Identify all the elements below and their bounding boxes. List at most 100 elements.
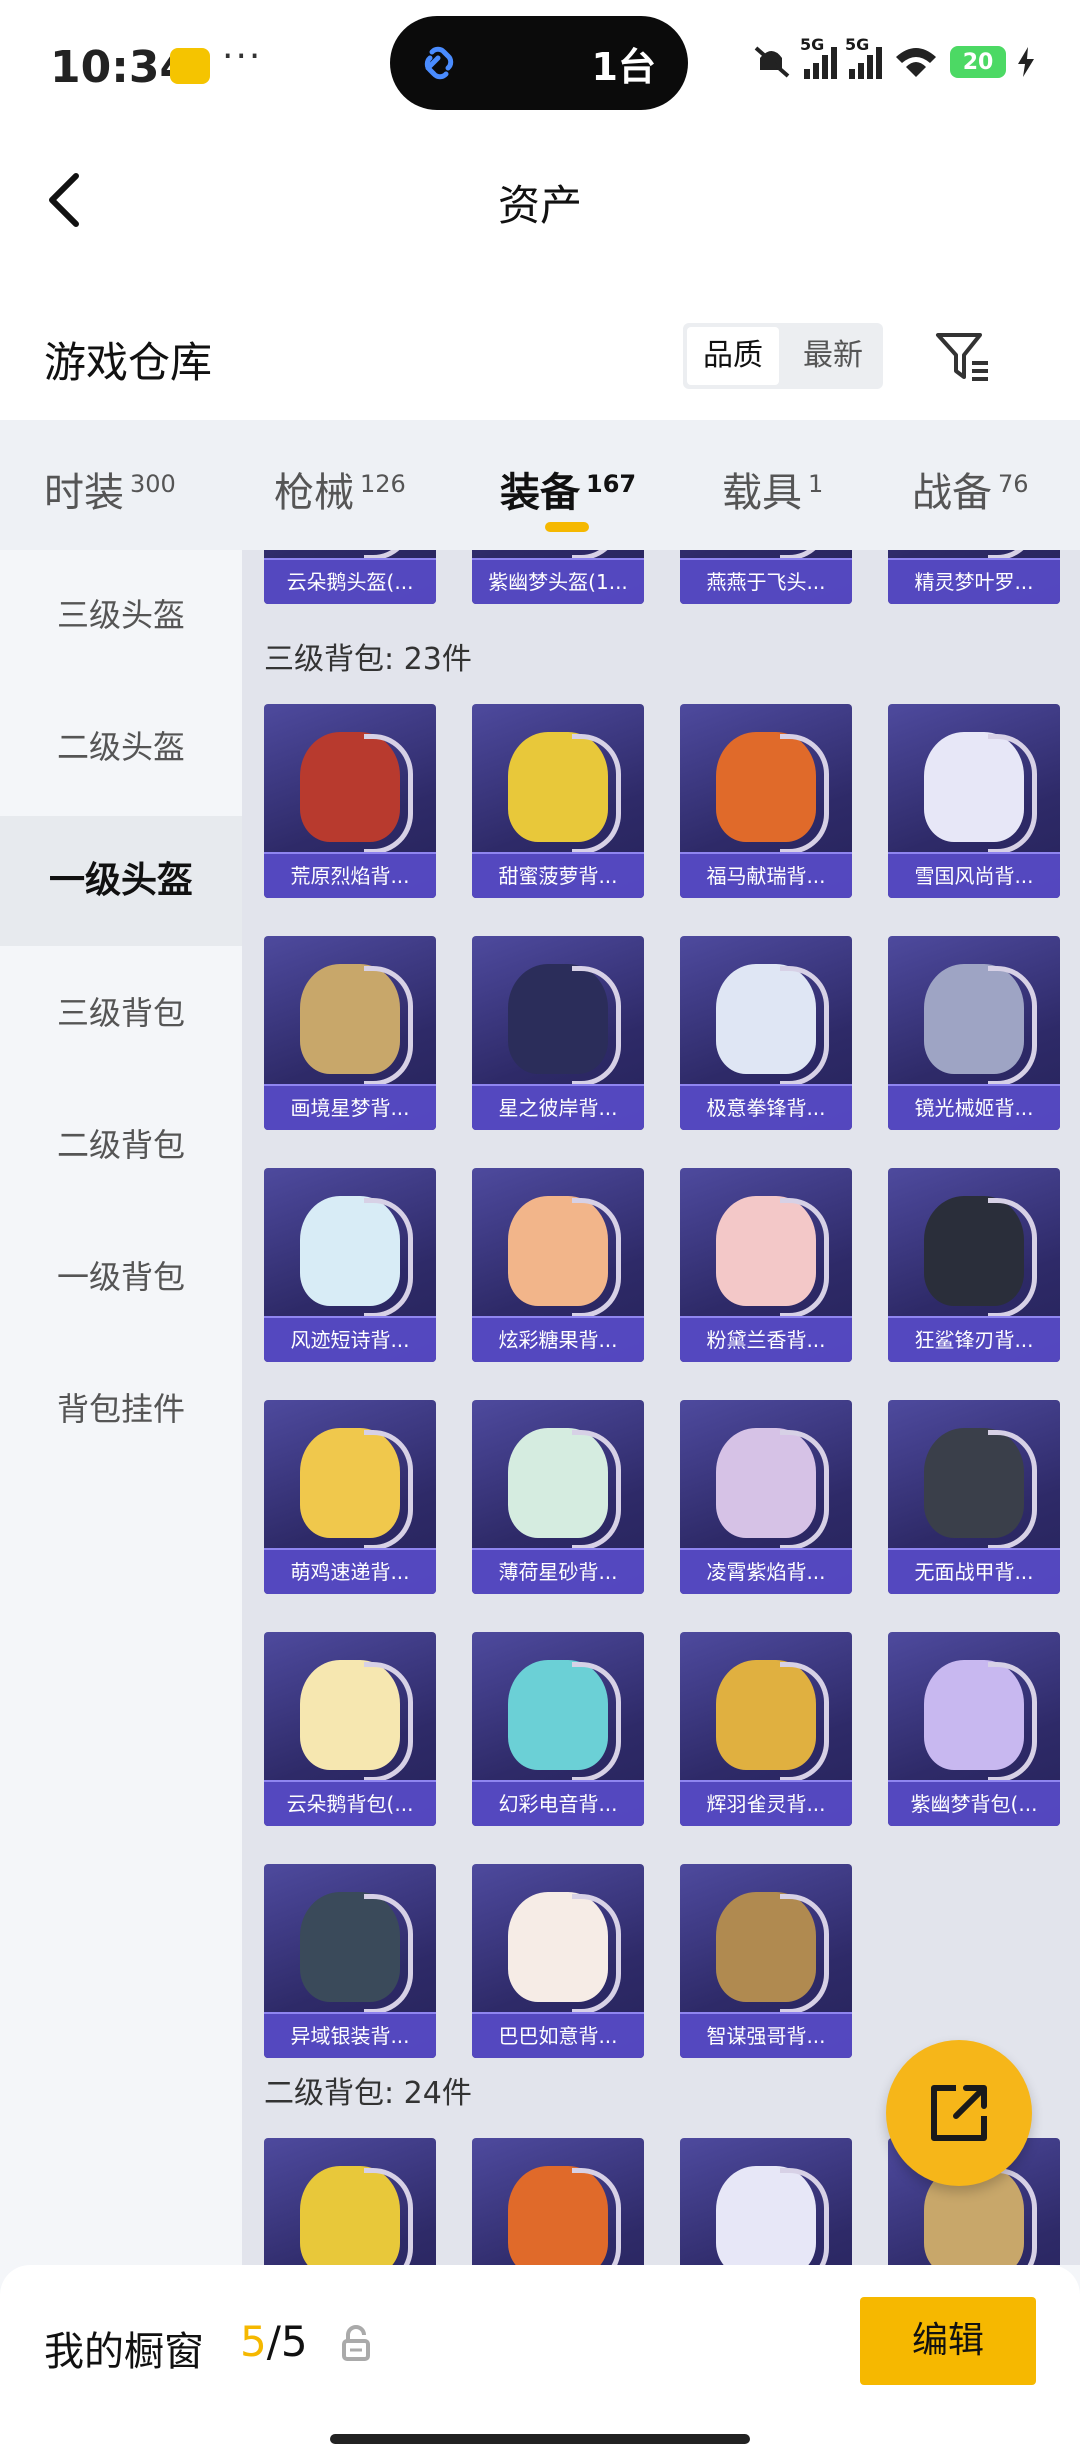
share-icon [931, 2085, 987, 2141]
sidebar-item-backpack-charm[interactable]: 背包挂件 [0, 1344, 242, 1474]
backpack-strap [572, 1662, 621, 1782]
tab-fashion[interactable]: 时装 300 [44, 460, 176, 518]
item-name: 凌霄紫焰背... [680, 1548, 852, 1594]
page-title: 资产 [497, 181, 582, 230]
showcase-bar: 我的橱窗 5/5 编辑 [0, 2265, 1080, 2460]
item-grid: 云朵鹅头盔(... 紫幽梦头盔(1... 燕燕于飞头... 精灵梦叶罗... 三级背包:… [242, 550, 1080, 2265]
backpack-strap [988, 966, 1037, 1086]
item-card[interactable]: 极意拳锋背... [680, 936, 852, 1130]
warehouse-title: 游戏仓库 [44, 338, 213, 387]
mute-icon [754, 46, 790, 78]
item-card[interactable]: 智谋强哥背... [680, 1864, 852, 2058]
item-card[interactable]: 星之彼岸背... [472, 936, 644, 1130]
link-icon [424, 46, 454, 80]
backpack-strap [572, 966, 621, 1086]
item-card[interactable]: 甜蜜菠萝背... [472, 704, 644, 898]
item-card[interactable]: 云朵鹅背包(... [264, 1632, 436, 1826]
item-card[interactable]: 荒原烈焰背... [264, 704, 436, 898]
share-button[interactable] [886, 2040, 1032, 2186]
filter-icon[interactable] [932, 327, 992, 387]
home-indicator [330, 2434, 750, 2444]
sidebar: 三级头盔 二级头盔 一级头盔 三级背包 二级背包 一级背包 背包挂件 [0, 550, 242, 2265]
sidebar-item-level1-backpack[interactable]: 一级背包 [0, 1212, 242, 1342]
backpack-strap [364, 966, 413, 1086]
tab-guns[interactable]: 枪械 126 [274, 460, 406, 518]
item-card[interactable]: 精灵梦叶罗... [888, 550, 1060, 604]
item-card[interactable] [264, 2138, 436, 2265]
sidebar-item-level3-helmet[interactable]: 三级头盔 [0, 550, 242, 680]
item-name: 福马献瑞背... [680, 852, 852, 898]
item-name: 荒原烈焰背... [264, 852, 436, 898]
item-card[interactable]: 紫幽梦头盔(1... [472, 550, 644, 604]
item-card[interactable]: 辉羽雀灵背... [680, 1632, 852, 1826]
category-tabs: 时装 300 枪械 126 装备 167 载具 1 战备 76 [0, 420, 1080, 550]
item-card[interactable]: 紫幽梦背包(... [888, 1632, 1060, 1826]
showcase-label: 我的橱窗 [44, 2329, 204, 2375]
item-name: 云朵鹅头盔(... [264, 558, 436, 604]
backpack-strap [988, 1662, 1037, 1782]
item-name: 紫幽梦背包(... [888, 1780, 1060, 1826]
backpack-strap [780, 1662, 829, 1782]
item-name: 无面战甲背... [888, 1548, 1060, 1594]
item-card[interactable]: 狂鲨锋刃背... [888, 1168, 1060, 1362]
sort-latest-button[interactable]: 最新 [787, 327, 879, 385]
tab-supplies[interactable]: 战备 76 [912, 460, 1029, 518]
item-card[interactable]: 画境星梦背... [264, 936, 436, 1130]
sidebar-item-level3-backpack[interactable]: 三级背包 [0, 948, 242, 1078]
battery-icon: 20 [950, 46, 1006, 78]
item-name: 异域银装背... [264, 2012, 436, 2058]
item-card[interactable]: 凌霄紫焰背... [680, 1400, 852, 1594]
backpack-strap [572, 734, 621, 854]
item-name: 星之彼岸背... [472, 1084, 644, 1130]
tab-equipment[interactable]: 装备 167 [500, 460, 636, 518]
item-card[interactable]: 镜光械姬背... [888, 936, 1060, 1130]
item-name: 紫幽梦头盔(1... [472, 558, 644, 604]
sidebar-item-level2-helmet[interactable]: 二级头盔 [0, 682, 242, 812]
sidebar-item-level1-helmet[interactable]: 一级头盔 [0, 816, 242, 946]
item-card[interactable] [472, 2138, 644, 2265]
sort-toggle[interactable]: 品质 最新 [683, 323, 883, 389]
showcase-count: 5/5 [240, 2317, 308, 2366]
backpack-strap [988, 1430, 1037, 1550]
item-card[interactable]: 幻彩电音背... [472, 1632, 644, 1826]
item-card[interactable]: 福马献瑞背... [680, 704, 852, 898]
item-card[interactable]: 雪国风尚背... [888, 704, 1060, 898]
item-card[interactable]: 无面战甲背... [888, 1400, 1060, 1594]
item-name: 粉黛兰香背... [680, 1316, 852, 1362]
lock-icon [342, 2325, 370, 2361]
backpack-strap [780, 1198, 829, 1318]
item-card[interactable]: 异域银装背... [264, 1864, 436, 2058]
item-card[interactable]: 巴巴如意背... [472, 1864, 644, 2058]
header: 资产 [0, 140, 1080, 265]
backpack-strap [364, 734, 413, 854]
backpack-strap [780, 1894, 829, 2014]
status-icons: 5G 5G 20 [752, 35, 1034, 82]
item-card[interactable]: 炫彩糖果背... [472, 1168, 644, 1362]
warehouse-header: 游戏仓库 品质 最新 [0, 265, 1080, 420]
item-name: 炫彩糖果背... [472, 1316, 644, 1362]
item-card[interactable] [680, 2138, 852, 2265]
item-card[interactable]: 云朵鹅头盔(... [264, 550, 436, 604]
backpack-strap [780, 966, 829, 1086]
item-name: 辉羽雀灵背... [680, 1780, 852, 1826]
backpack-strap [988, 734, 1037, 854]
edit-button[interactable]: 编辑 [860, 2297, 1036, 2385]
item-card[interactable]: 萌鸡速递背... [264, 1400, 436, 1594]
more-notifications-icon: ··· [222, 36, 263, 77]
sort-quality-button[interactable]: 品质 [687, 327, 779, 385]
dynamic-island[interactable]: 1台 [390, 16, 688, 110]
item-card[interactable]: 燕燕于飞头... [680, 550, 852, 604]
tab-vehicles[interactable]: 载具 1 [722, 460, 823, 518]
item-card[interactable]: 风迹短诗背... [264, 1168, 436, 1362]
sidebar-item-level2-backpack[interactable]: 二级背包 [0, 1080, 242, 1210]
item-card[interactable]: 薄荷星砂背... [472, 1400, 644, 1594]
app-notification-icon [170, 48, 210, 84]
island-text: 1台 [591, 45, 656, 89]
backpack-strap [364, 2168, 413, 2265]
wifi-icon [896, 48, 936, 77]
item-name: 极意拳锋背... [680, 1084, 852, 1130]
status-bar: 10:34 ··· 1台 5G 5G 20 [0, 0, 1080, 140]
item-card[interactable]: 粉黛兰香背... [680, 1168, 852, 1362]
backpack-strap [572, 1430, 621, 1550]
backpack-strap [364, 1430, 413, 1550]
